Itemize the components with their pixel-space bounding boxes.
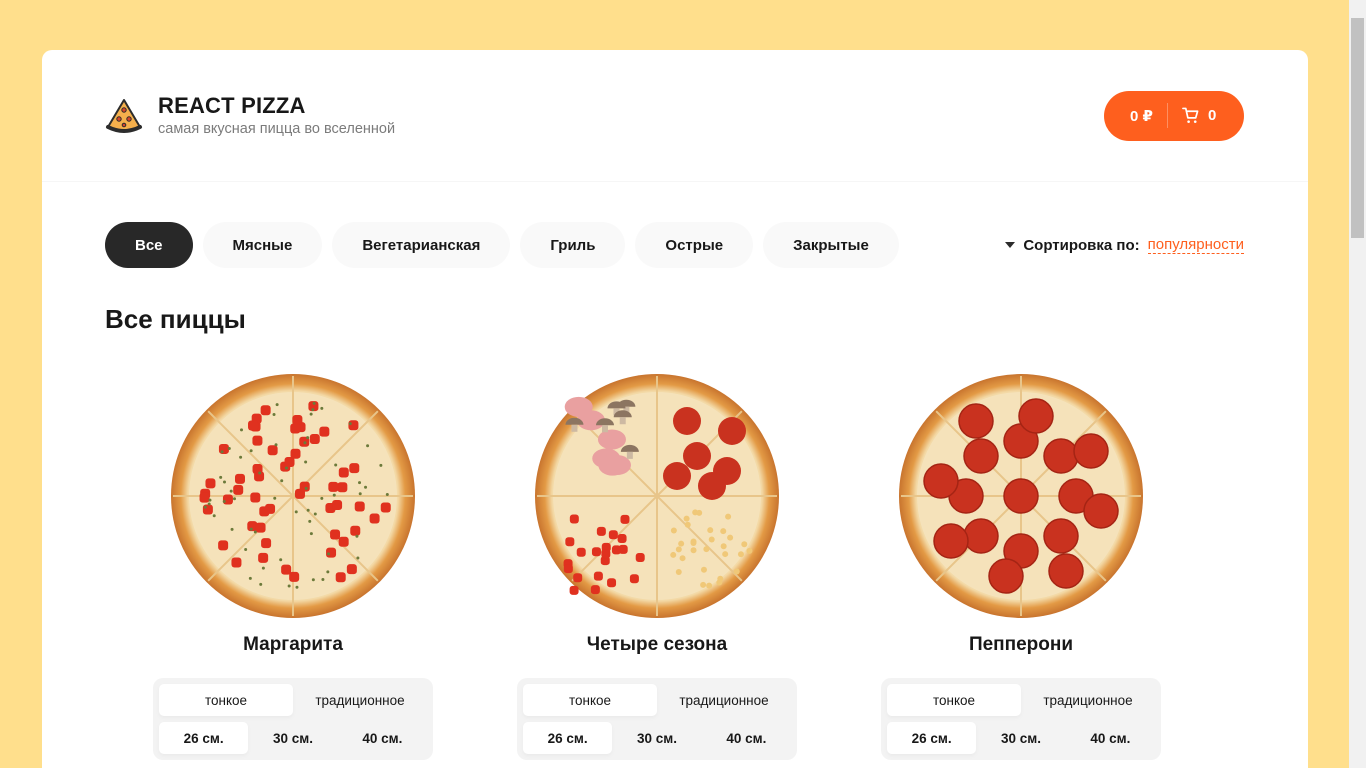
dough-type-option[interactable]: тонкое [523,684,657,716]
pizza-card: Маргарита тонкое традиционное 26 см. 30 см. 4… [153,371,433,760]
size-option[interactable]: 26 см. [523,722,613,754]
pizza-list: Маргарита тонкое традиционное 26 см. 30 см. 4… [105,371,1244,760]
size-option[interactable]: 26 см. [887,722,977,754]
dough-type-option[interactable]: тонкое [887,684,1021,716]
cart-count: 0 [1207,107,1217,124]
dough-type-option[interactable]: традиционное [657,684,791,716]
pizza-card: Четыре сезона тонкое традиционное 26 см. 30 … [517,371,797,760]
size-option[interactable]: 30 см. [612,722,701,754]
scrollbar[interactable] [1349,0,1366,768]
pizza-image[interactable] [168,371,418,621]
pizza-name: Четыре сезона [586,634,728,655]
category-2[interactable]: Вегетарианская [332,222,511,268]
size-options: 26 см. 30 см. 40 см. [159,722,427,754]
size-options: 26 см. 30 см. 40 см. [523,722,791,754]
categories: Все Мясные Вегетарианская Гриль Острые Закрыт… [105,222,909,268]
logo-title: REACT PIZZA [158,92,306,118]
dough-type-option[interactable]: тонкое [159,684,293,716]
size-option[interactable]: 26 см. [159,722,249,754]
pizza-card: Пепперони тонкое традиционное 26 см. 30 см. 4… [881,371,1161,760]
size-option[interactable]: 40 см. [338,722,427,754]
pizza-selector: тонкое традиционное 26 см. 30 см. 40 см. [881,678,1161,760]
size-option[interactable]: 40 см. [702,722,791,754]
dough-type-options: тонкое традиционное [887,684,1155,716]
category-4[interactable]: Острые [635,222,754,268]
category-3[interactable]: Гриль [520,222,626,268]
scrollbar-thumb[interactable] [1351,18,1364,238]
cart-button[interactable]: 0 ₽ 0 [1104,90,1244,141]
sort: Сортировка по: популярности [1005,236,1244,254]
cart-divider [1166,103,1168,128]
sort-value[interactable]: популярности [1147,236,1244,254]
pizza-name: Маргарита [243,634,343,655]
dough-type-options: тонкое традиционное [159,684,427,716]
dough-type-option[interactable]: традиционное [1021,684,1155,716]
section-title: Все пиццы [105,304,246,334]
content: Все Мясные Вегетарианская Гриль Острые Закрыт… [42,182,1308,760]
size-option[interactable]: 30 см. [976,722,1065,754]
dough-type-option[interactable]: традиционное [293,684,427,716]
dough-type-options: тонкое традиционное [523,684,791,716]
pizza-image[interactable] [896,371,1146,621]
sort-label: Сортировка по: [1023,236,1140,254]
pizza-selector: тонкое традиционное 26 см. 30 см. 40 см. [517,678,797,760]
category-0[interactable]: Все [105,222,193,268]
filter-bar: Все Мясные Вегетарианская Гриль Острые Закрыт… [105,222,1244,268]
cart-price: 0 ₽ [1130,107,1153,125]
size-option[interactable]: 30 см. [248,722,337,754]
pizza-image[interactable] [532,371,782,621]
header: REACT PIZZA самая вкусная пицца во вселе… [42,50,1308,182]
category-1[interactable]: Мясные [202,222,323,268]
logo[interactable]: REACT PIZZA самая вкусная пицца во вселе… [105,92,396,138]
pizza-selector: тонкое традиционное 26 см. 30 см. 40 см. [153,678,433,760]
page-wrapper: REACT PIZZA самая вкусная пицца во вселе… [42,50,1308,768]
logo-subtitle: самая вкусная пицца во вселенной [158,121,396,138]
category-5[interactable]: Закрытые [763,222,899,268]
cart-icon [1182,107,1199,123]
pizza-name: Пепперони [968,634,1074,655]
size-option[interactable]: 40 см. [1066,722,1155,754]
pizza-logo-icon [106,98,142,133]
size-options: 26 см. 30 см. 40 см. [887,722,1155,754]
sort-arrow-icon[interactable] [1005,242,1016,248]
